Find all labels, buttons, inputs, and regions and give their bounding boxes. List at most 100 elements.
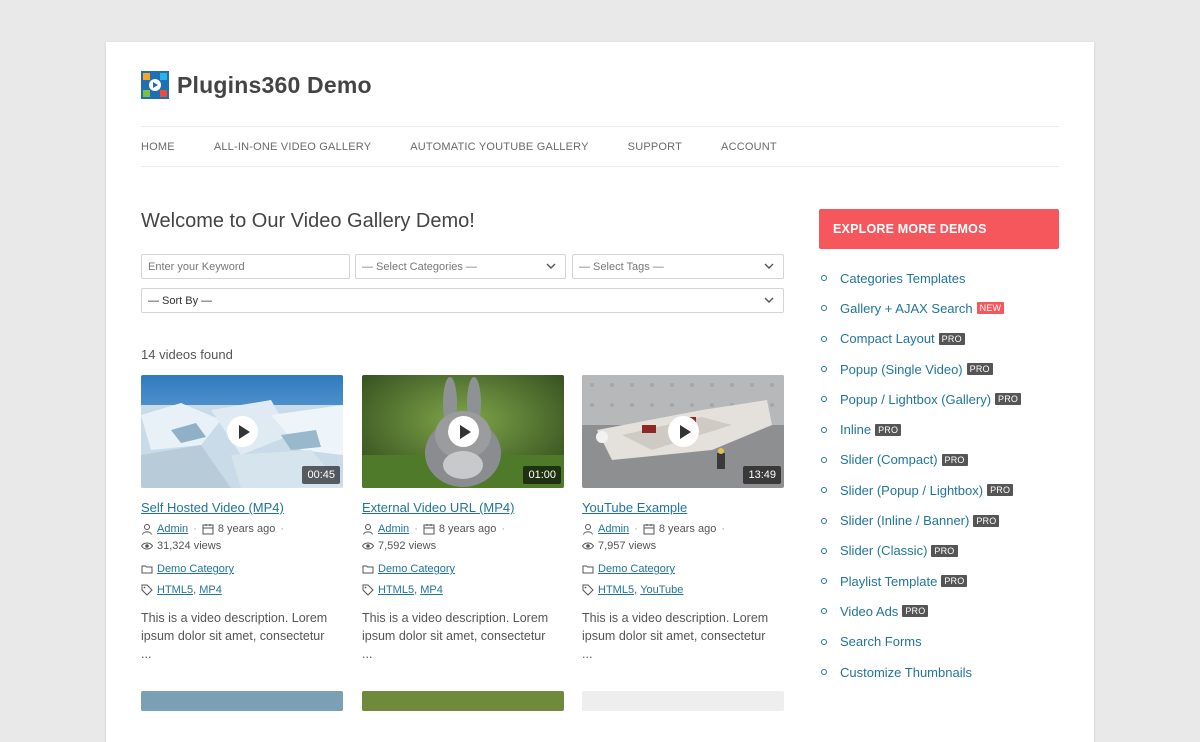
- meta-separator: ·: [414, 523, 418, 535]
- page-title: Welcome to Our Video Gallery Demo!: [141, 210, 475, 232]
- categories-select[interactable]: — Select Categories —: [355, 254, 566, 279]
- video-meta-category: Demo Category: [141, 563, 343, 575]
- demo-list-item: Slider (Classic) PRO: [819, 536, 1059, 566]
- nav-support[interactable]: SUPPORT: [628, 141, 682, 153]
- meta-separator: ·: [280, 523, 285, 535]
- tag-link[interactable]: YouTube: [640, 584, 683, 596]
- bullet-icon: [821, 638, 827, 645]
- bullet-icon: [821, 669, 827, 675]
- video-thumbnail[interactable]: 13:49: [582, 375, 784, 488]
- author-link[interactable]: Admin: [378, 523, 409, 535]
- video-description: This is a video description. Lorem ipsum…: [582, 609, 784, 663]
- video-thumbnail-partial[interactable]: [582, 691, 784, 711]
- demo-list-item: Customize Thumbnails: [819, 657, 1059, 687]
- play-icon[interactable]: [448, 416, 479, 447]
- category-link[interactable]: Demo Category: [157, 563, 234, 575]
- demo-link[interactable]: Compact Layout: [840, 331, 935, 346]
- explore-demos-heading: EXPLORE MORE DEMOS: [819, 209, 1059, 249]
- demo-link[interactable]: Slider (Compact): [840, 452, 938, 467]
- tag-link[interactable]: HTML5: [378, 584, 414, 596]
- keyword-search-input[interactable]: Enter your Keyword: [141, 254, 350, 279]
- bullet-icon: [821, 305, 827, 312]
- tag-icon: [582, 584, 594, 596]
- bullet-icon: [821, 456, 827, 463]
- user-icon: [142, 524, 152, 535]
- video-meta-tags: HTML5, YouTube: [582, 584, 784, 596]
- demo-link[interactable]: Categories Templates: [840, 271, 966, 286]
- tag-link[interactable]: MP4: [199, 584, 222, 596]
- chevron-down-icon: [764, 263, 774, 269]
- video-card: 13:49 YouTube Example Admin · 8 years ag…: [582, 375, 784, 663]
- site-title[interactable]: Plugins360 Demo: [177, 72, 372, 99]
- nav-all-in-one-video-gallery[interactable]: ALL-IN-ONE VIDEO GALLERY: [214, 141, 371, 153]
- site-logo-icon[interactable]: [141, 71, 169, 99]
- user-icon: [583, 524, 593, 535]
- video-meta-tags: HTML5, MP4: [141, 584, 343, 596]
- tag-separator: ,: [634, 584, 638, 596]
- demo-link[interactable]: Slider (Inline / Banner): [840, 513, 969, 528]
- demo-link[interactable]: Popup / Lightbox (Gallery): [840, 392, 991, 407]
- category-link[interactable]: Demo Category: [378, 563, 455, 575]
- nav-account[interactable]: ACCOUNT: [721, 141, 777, 153]
- tag-link[interactable]: MP4: [420, 584, 443, 596]
- demo-list-item: Categories Templates: [819, 263, 1059, 293]
- meta-separator: ·: [501, 523, 506, 535]
- sort-select-value: — Sort By —: [148, 294, 213, 307]
- nav-automatic-youtube-gallery[interactable]: AUTOMATIC YOUTUBE GALLERY: [410, 141, 588, 153]
- play-icon[interactable]: [668, 416, 699, 447]
- video-title-link[interactable]: External Video URL (MP4): [362, 500, 564, 515]
- bullet-icon: [821, 487, 827, 494]
- demo-list-item: Slider (Inline / Banner) PRO: [819, 505, 1059, 535]
- play-icon[interactable]: [227, 416, 258, 447]
- video-thumbnail-partial[interactable]: [141, 691, 343, 711]
- video-thumbnail-partial[interactable]: [362, 691, 564, 711]
- calendar-icon: [643, 524, 655, 535]
- eye-icon: [582, 542, 594, 550]
- video-meta-views: 7,957 views: [582, 540, 784, 552]
- meta-separator: ·: [721, 523, 726, 535]
- category-link[interactable]: Demo Category: [598, 563, 675, 575]
- demo-link[interactable]: Slider (Popup / Lightbox): [840, 483, 983, 498]
- meta-separator: ·: [634, 523, 638, 535]
- tag-link[interactable]: HTML5: [157, 584, 193, 596]
- video-description-text: This is a video description. Lorem ipsum…: [362, 611, 549, 643]
- demo-link[interactable]: Slider (Classic): [840, 543, 927, 558]
- sort-select[interactable]: — Sort By —: [141, 288, 784, 313]
- tag-link[interactable]: HTML5: [598, 584, 634, 596]
- demo-list-item: Gallery + AJAX Search NEW: [819, 293, 1059, 323]
- tag-icon: [362, 584, 374, 596]
- video-title-link[interactable]: YouTube Example: [582, 500, 784, 515]
- demo-link[interactable]: Search Forms: [840, 634, 922, 649]
- demo-link[interactable]: Customize Thumbnails: [840, 665, 972, 680]
- bullet-icon: [821, 608, 827, 615]
- description-ellipsis: ...: [582, 647, 593, 661]
- demo-link[interactable]: Playlist Template: [840, 574, 937, 589]
- bullet-icon: [821, 366, 827, 373]
- nav-home[interactable]: HOME: [141, 141, 175, 153]
- pro-badge: PRO: [931, 544, 958, 557]
- calendar-icon: [202, 524, 214, 535]
- video-title-link[interactable]: Self Hosted Video (MP4): [141, 500, 343, 515]
- demo-list-item: Popup / Lightbox (Gallery) PRO: [819, 384, 1059, 414]
- tag-separator: ,: [193, 584, 197, 596]
- demo-link[interactable]: Popup (Single Video): [840, 362, 963, 377]
- video-card: 01:00 External Video URL (MP4) Admin · 8…: [362, 375, 564, 663]
- video-description-text: This is a video description. Lorem ipsum…: [582, 611, 769, 643]
- bullet-icon: [821, 426, 827, 433]
- video-thumbnail[interactable]: 00:45: [141, 375, 343, 488]
- tags-select[interactable]: — Select Tags —: [572, 254, 784, 279]
- video-thumbnail[interactable]: 01:00: [362, 375, 564, 488]
- videos-count: 14 videos found: [141, 347, 233, 362]
- video-meta-author-date: Admin · 8 years ago ·: [582, 523, 784, 535]
- pro-badge: PRO: [973, 514, 1000, 527]
- bullet-icon: [821, 275, 827, 282]
- author-link[interactable]: Admin: [157, 523, 188, 535]
- demo-link[interactable]: Inline: [840, 422, 871, 437]
- user-icon: [363, 524, 373, 535]
- eye-icon: [141, 542, 153, 550]
- demo-link[interactable]: Video Ads: [840, 604, 898, 619]
- video-meta-author-date: Admin · 8 years ago ·: [362, 523, 564, 535]
- demo-link[interactable]: Gallery + AJAX Search: [840, 301, 973, 316]
- author-link[interactable]: Admin: [598, 523, 629, 535]
- bullet-icon: [821, 335, 827, 342]
